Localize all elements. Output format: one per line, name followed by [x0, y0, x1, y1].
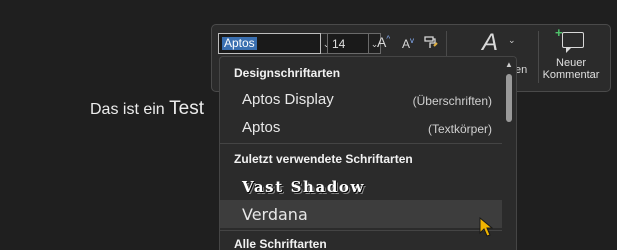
section-divider: [220, 143, 502, 144]
font-item-label: Aptos: [242, 119, 281, 136]
mouse-pointer-icon: [479, 217, 493, 237]
font-size-input[interactable]: 14: [327, 33, 369, 54]
font-dropdown-list[interactable]: Designschriftarten Aptos Display (Übersc…: [219, 56, 517, 250]
chevron-down-icon: ⌄: [508, 35, 516, 45]
font-item-vast-shadow[interactable]: Vast Shadow: [220, 172, 502, 200]
document-text-prefix: Das ist ein: [90, 101, 170, 118]
section-divider: [220, 230, 502, 231]
font-item-label: Verdana: [242, 205, 308, 224]
font-item-label: Aptos Display: [242, 91, 334, 108]
font-name-input[interactable]: Aptos: [218, 33, 321, 54]
section-header-theme-fonts: Designschriftarten: [234, 66, 341, 80]
shrink-font-icon[interactable]: Av: [402, 36, 414, 51]
font-item-aptos[interactable]: Aptos (Textkörper): [220, 114, 502, 142]
font-item-hint: (Überschriften): [412, 94, 492, 108]
font-name-value: Aptos: [222, 36, 257, 50]
scroll-up-arrow-icon[interactable]: ▲: [505, 60, 513, 69]
font-item-hint: (Textkörper): [427, 122, 492, 136]
document-text-emphasis: Test: [169, 98, 204, 119]
new-comment-label: Neuer Kommentar: [542, 57, 600, 81]
font-item-verdana[interactable]: Verdana: [220, 200, 502, 228]
scrollbar-thumb[interactable]: [506, 74, 512, 122]
new-comment-icon: [562, 32, 584, 53]
document-body-text[interactable]: Das ist ein Test: [90, 98, 204, 120]
grow-font-icon[interactable]: A^: [377, 34, 390, 50]
section-header-recent-fonts: Zuletzt verwendete Schriftarten: [234, 152, 413, 166]
format-painter-icon[interactable]: [423, 34, 439, 53]
grow-font-glyph: A: [377, 34, 387, 50]
font-size-value: 14: [332, 37, 346, 51]
styles-icon[interactable]: A: [482, 29, 498, 57]
dropdown-scrollbar[interactable]: ▲: [502, 57, 516, 250]
section-header-all-fonts: Alle Schriftarten: [234, 237, 327, 250]
font-item-aptos-display[interactable]: Aptos Display (Überschriften): [220, 86, 502, 114]
shrink-font-glyph: A: [402, 37, 411, 51]
font-item-label: Vast Shadow: [242, 178, 366, 196]
